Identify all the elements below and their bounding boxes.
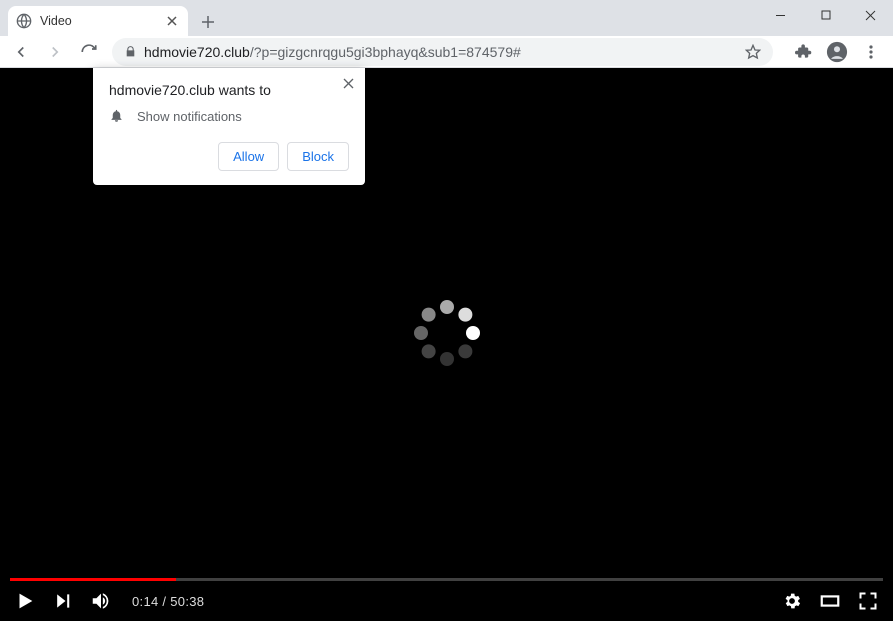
page-content: hdmovie720.club wants to Show notificati… [0, 68, 893, 621]
back-button[interactable] [6, 37, 36, 67]
settings-gear-icon[interactable] [781, 590, 803, 612]
video-time-display: 0:14 / 50:38 [132, 594, 204, 609]
theater-mode-button[interactable] [819, 590, 841, 612]
tab-strip: Video [0, 0, 222, 36]
notification-permission-popup: hdmovie720.club wants to Show notificati… [93, 68, 365, 185]
tab-close-icon[interactable] [164, 13, 180, 29]
lock-icon [122, 44, 138, 60]
menu-icon[interactable] [855, 37, 887, 67]
fullscreen-button[interactable] [857, 590, 879, 612]
popup-title: hdmovie720.club wants to [109, 82, 329, 98]
block-button[interactable]: Block [287, 142, 349, 171]
allow-button[interactable]: Allow [218, 142, 279, 171]
bell-icon [109, 108, 125, 124]
popup-buttons: Allow Block [109, 142, 349, 171]
toolbar-right-icons [787, 37, 887, 67]
maximize-button[interactable] [803, 0, 848, 30]
window-close-button[interactable] [848, 0, 893, 30]
next-button[interactable] [52, 590, 74, 612]
globe-icon [16, 13, 32, 29]
browser-toolbar: hdmovie720.club/?p=gizgcnrqgu5gi3bphayq&… [0, 36, 893, 68]
forward-button[interactable] [40, 37, 70, 67]
popup-permission-text: Show notifications [137, 109, 242, 124]
url-text: hdmovie720.club/?p=gizgcnrqgu5gi3bphayq&… [144, 44, 745, 60]
extensions-icon[interactable] [787, 37, 819, 67]
profile-avatar-icon[interactable] [821, 37, 853, 67]
minimize-button[interactable] [758, 0, 803, 30]
tab-title: Video [40, 14, 164, 28]
bookmark-star-icon[interactable] [745, 44, 763, 60]
loading-spinner [413, 299, 481, 367]
video-control-bar: 0:14 / 50:38 [0, 581, 893, 621]
address-bar[interactable]: hdmovie720.club/?p=gizgcnrqgu5gi3bphayq&… [112, 38, 773, 66]
popup-permission-row: Show notifications [109, 108, 349, 124]
window-controls [758, 0, 893, 30]
popup-close-icon[interactable] [339, 74, 357, 92]
volume-button[interactable] [90, 590, 112, 612]
browser-titlebar: Video [0, 0, 893, 36]
play-button[interactable] [14, 590, 36, 612]
browser-tab[interactable]: Video [8, 6, 188, 36]
reload-button[interactable] [74, 37, 104, 67]
new-tab-button[interactable] [194, 8, 222, 36]
